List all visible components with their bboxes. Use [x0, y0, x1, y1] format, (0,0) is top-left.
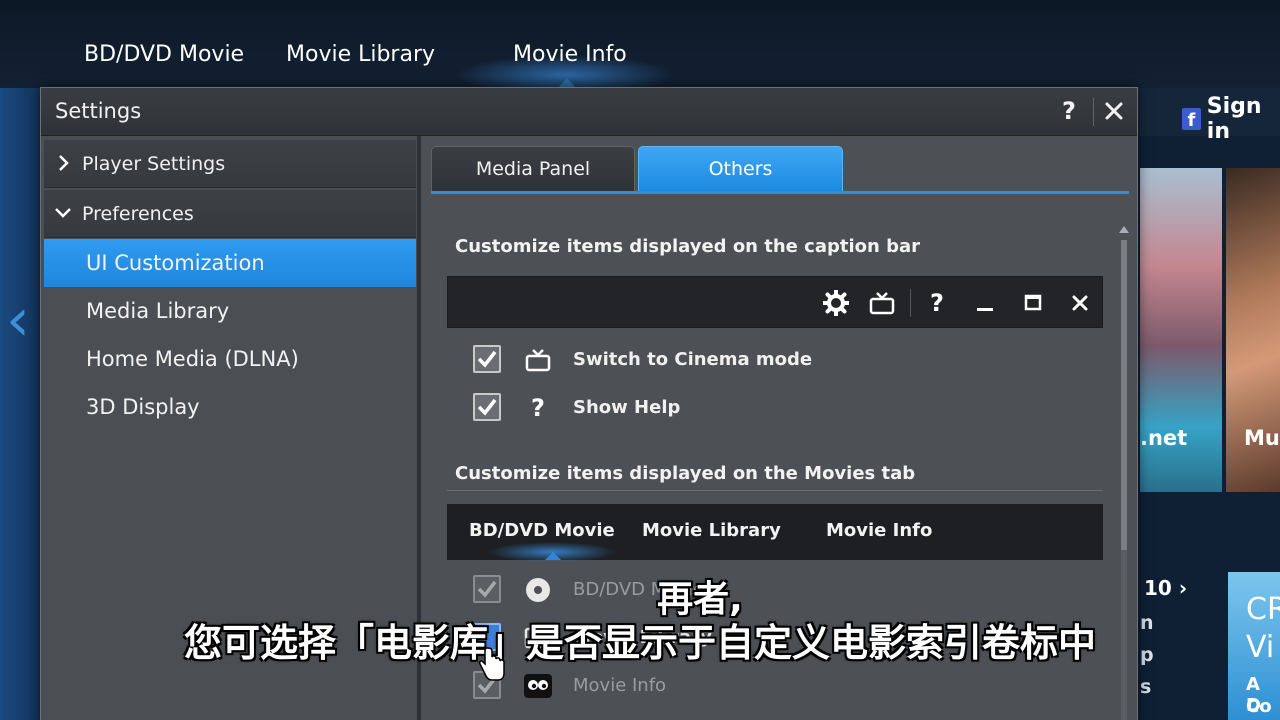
option-movie-info: Movie Info — [473, 669, 1073, 703]
tree-item-label: 3D Display — [86, 395, 200, 419]
eyes-icon — [523, 671, 553, 701]
section-divider — [447, 490, 1103, 491]
preview-tab-bd-dvd: BD/DVD Movie — [469, 520, 615, 541]
checkmark-icon — [477, 350, 497, 368]
dialog-title: Settings — [55, 99, 142, 123]
top-navigation: BD/DVD Movie Movie Library Movie Info — [0, 0, 1280, 95]
nav-movie-library[interactable]: Movie Library — [286, 42, 435, 67]
tree-item-label: Media Library — [86, 299, 230, 323]
maximize-icon — [1017, 287, 1049, 319]
caption-bar-preview: ? — [447, 276, 1103, 328]
dialog-title-bar: Settings ? — [41, 88, 1137, 136]
previous-arrow-icon[interactable]: ‹ — [6, 290, 30, 350]
subtitle-line-2: 您可选择「电影库」是否显示于自定义电影索引卷标中 — [183, 621, 1096, 665]
tree-item-label: Home Media (DLNA) — [86, 347, 299, 371]
option-label: Movie Info — [573, 675, 667, 696]
side-text: s — [1140, 676, 1152, 698]
thumbnail-label: Mu — [1244, 426, 1280, 450]
option-cinema-mode: Switch to Cinema mode — [473, 343, 1073, 377]
tv-icon — [523, 345, 553, 375]
gear-icon — [820, 287, 852, 319]
tree-group-player-settings[interactable]: Player Settings — [44, 140, 416, 188]
help-icon: ? — [930, 289, 944, 317]
tree-group-label: Preferences — [82, 203, 194, 225]
caption-separator — [910, 289, 911, 317]
option-label: Switch to Cinema mode — [573, 349, 813, 370]
promo-text: Co — [1246, 696, 1272, 717]
tv-icon — [866, 287, 898, 319]
tree-item-ui-customization[interactable]: UI Customization — [44, 239, 416, 287]
movies-tab-preview: BD/DVD Movie Movie Library Movie Info — [447, 504, 1103, 562]
tree-group-label: Player Settings — [82, 153, 226, 175]
tab-others[interactable]: Others — [638, 146, 843, 192]
chevron-down-icon — [55, 208, 71, 218]
movies-tab-indicator — [545, 552, 561, 560]
scroll-thumb[interactable] — [1121, 240, 1127, 550]
minimize-icon — [969, 287, 1001, 319]
tree-item-media-library[interactable]: Media Library — [44, 287, 416, 335]
checkmark-icon — [477, 398, 497, 416]
close-button[interactable] — [1099, 94, 1129, 128]
tree-item-home-media[interactable]: Home Media (DLNA) — [44, 335, 416, 383]
help-icon: ? — [531, 394, 545, 422]
tree-item-label: UI Customization — [86, 251, 265, 275]
title-separator — [1093, 98, 1094, 126]
nav-bd-dvd-movie[interactable]: BD/DVD Movie — [84, 42, 244, 67]
preview-tab-movie-library: Movie Library — [642, 520, 781, 541]
tree-item-3d-display[interactable]: 3D Display — [44, 383, 416, 431]
tab-media-panel[interactable]: Media Panel — [431, 146, 635, 192]
tree-group-preferences[interactable]: Preferences — [44, 190, 416, 238]
close-icon — [1105, 102, 1123, 120]
movies-section-title: Customize items displayed on the Movies … — [455, 463, 916, 484]
help-button[interactable]: ? — [1055, 94, 1083, 128]
nav-movie-info[interactable]: Movie Info — [513, 42, 627, 67]
scroll-up-icon[interactable] — [1119, 226, 1129, 233]
thumbnail-label: .net — [1140, 426, 1188, 450]
hand-cursor-icon — [479, 647, 505, 681]
facebook-icon: f — [1182, 108, 1201, 130]
preview-tab-movie-info: Movie Info — [826, 520, 933, 541]
signin-label: Sign in — [1206, 94, 1262, 144]
chevron-right-icon — [59, 155, 69, 171]
caption-section-title: Customize items displayed on the caption… — [455, 236, 920, 257]
facebook-signin[interactable]: f Sign in — [1182, 94, 1280, 144]
option-show-help: ? Show Help — [473, 391, 1073, 425]
cinema-mode-checkbox[interactable] — [473, 345, 501, 373]
show-help-checkbox[interactable] — [473, 393, 501, 421]
tab-underline — [431, 191, 1129, 194]
option-label: Show Help — [573, 397, 681, 418]
close-icon — [1064, 287, 1096, 319]
